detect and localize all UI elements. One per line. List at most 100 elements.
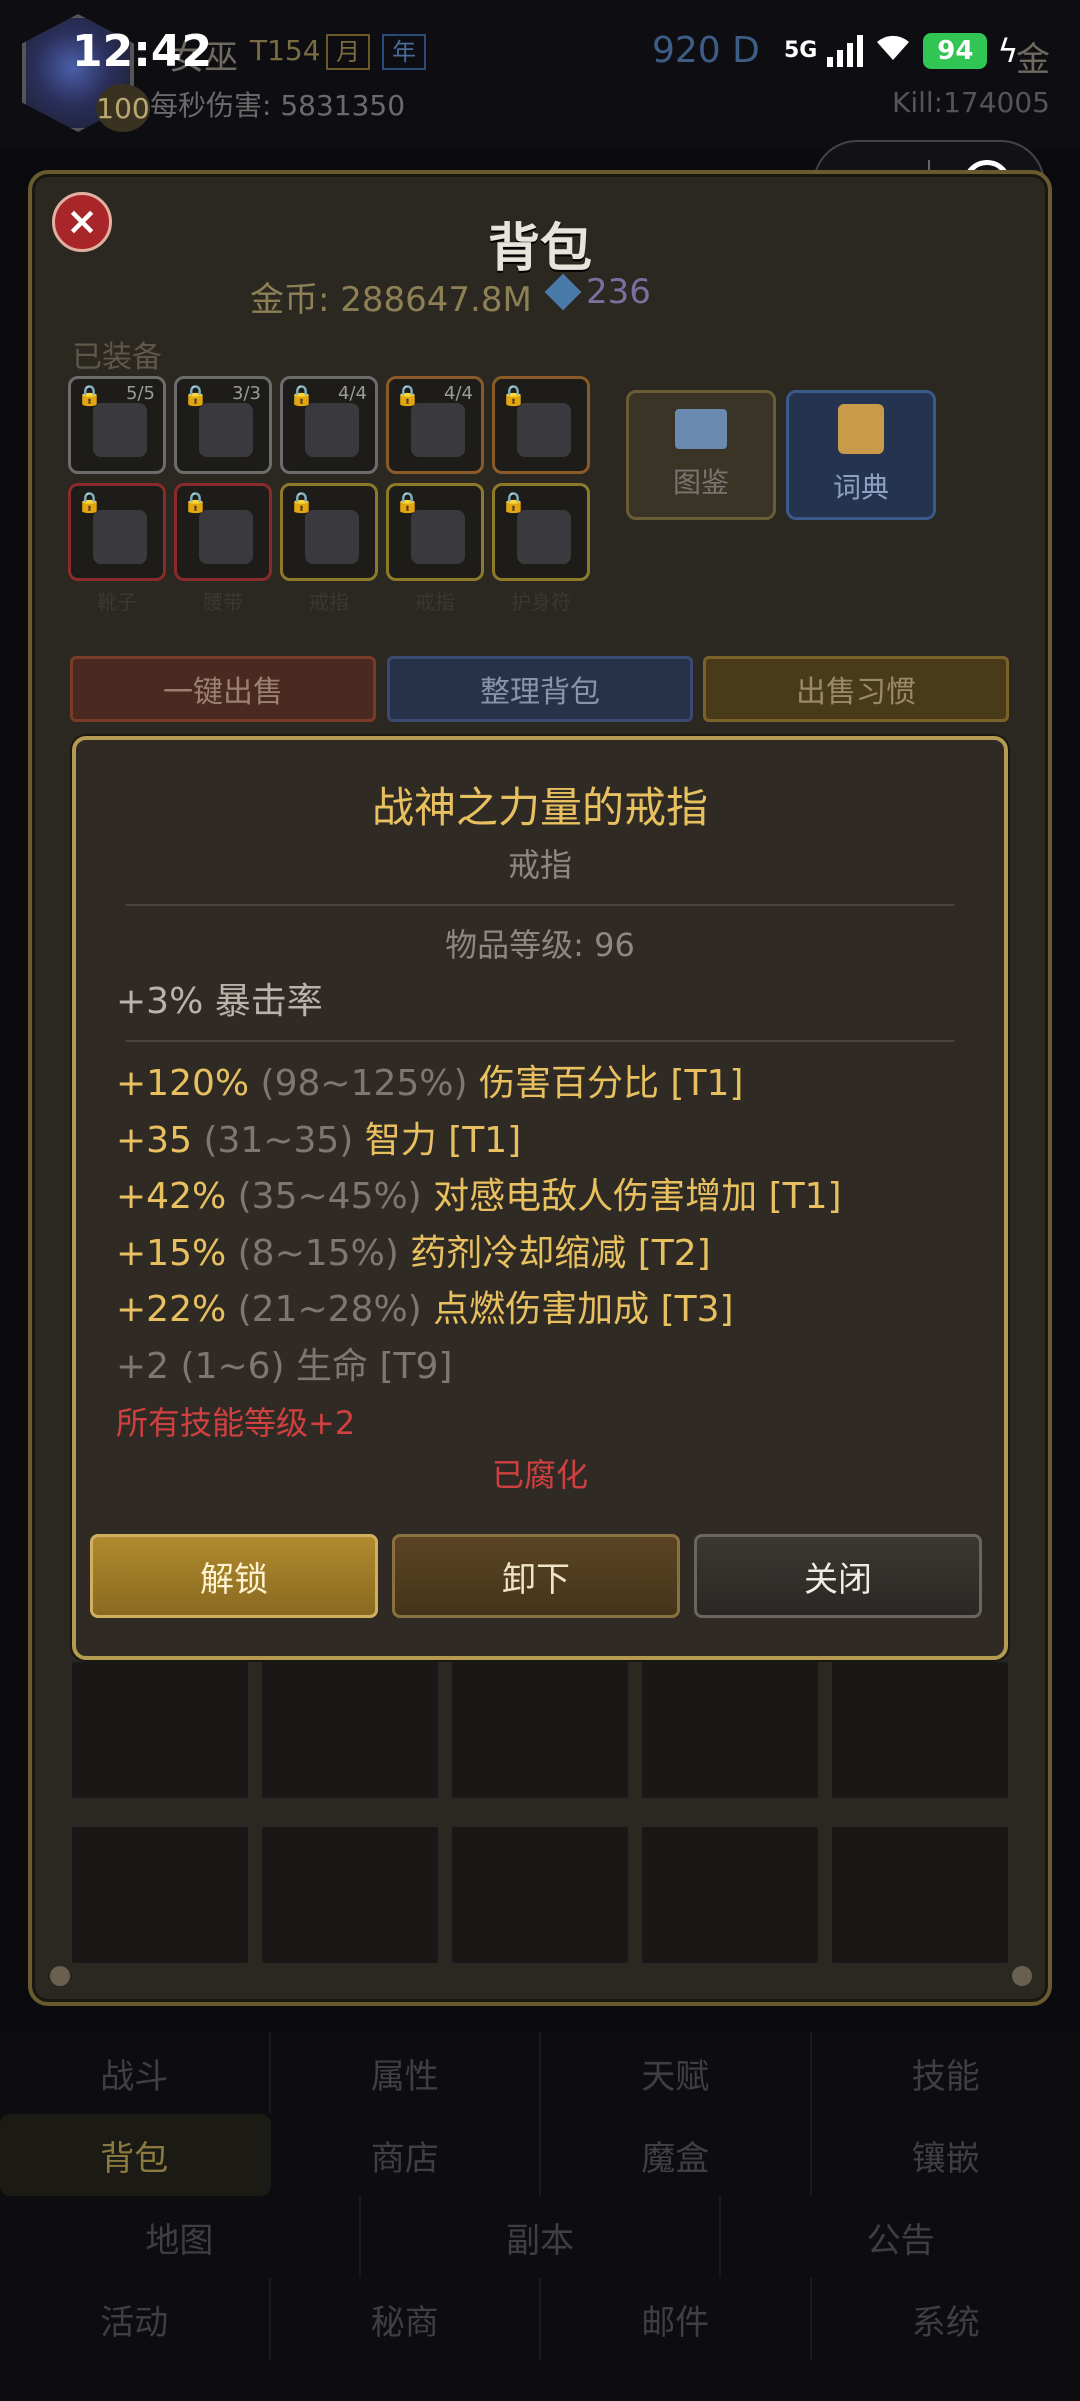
affix-line: +35 (31~35) 智力 [T1] bbox=[116, 1113, 842, 1170]
affix-value: +120% bbox=[116, 1063, 250, 1104]
year-tag[interactable]: 年 bbox=[382, 34, 426, 70]
equipment-icon bbox=[93, 403, 147, 457]
gold-label: 金 bbox=[1016, 40, 1050, 80]
bag-cell[interactable] bbox=[830, 1825, 1010, 1965]
implicit-mod: +3% 暴击率 bbox=[116, 981, 323, 1022]
book-icon bbox=[675, 409, 727, 449]
equipment-slot[interactable]: 🔒 bbox=[174, 483, 272, 581]
affix-value: +35 bbox=[116, 1119, 192, 1161]
equipment-slot[interactable]: 🔒 5/5 bbox=[68, 376, 166, 474]
unequip-button[interactable]: 卸下 bbox=[392, 1534, 680, 1618]
sell-habit-button[interactable]: 出售习惯 bbox=[703, 656, 1009, 722]
nav-item[interactable]: 地图 bbox=[0, 2196, 361, 2278]
slot-caption: 戒指 bbox=[309, 590, 349, 614]
dictionary-button[interactable]: 词典 bbox=[786, 390, 936, 520]
affix-name: 伤害百分比 [T1] bbox=[478, 1063, 744, 1104]
panel-corner-rivet bbox=[50, 1966, 70, 1986]
dictionary-label: 词典 bbox=[832, 471, 889, 504]
item-type: 戒指 bbox=[507, 846, 572, 884]
nav-row: 战斗 属性 天赋 技能 bbox=[0, 2032, 1080, 2114]
affix-value: +22% bbox=[116, 1289, 227, 1330]
slot-count: 5/5 bbox=[126, 383, 155, 404]
affix-line: +120% (98~125%) 伤害百分比 [T1] bbox=[116, 1056, 842, 1113]
equipment-icon bbox=[93, 510, 147, 564]
affix-range: (1~6) bbox=[180, 1345, 285, 1387]
affix-line: +15% (8~15%) 药剂冷却缩减 [T2] bbox=[116, 1226, 842, 1283]
charging-icon: ϟ bbox=[997, 31, 1019, 70]
equipment-icon bbox=[411, 403, 465, 457]
slot-caption: 腰带 bbox=[203, 590, 243, 614]
nav-item[interactable]: 背包 bbox=[0, 2114, 271, 2196]
slot-count: 3/3 bbox=[232, 383, 261, 404]
nav-item[interactable]: 属性 bbox=[271, 2032, 541, 2114]
equipment-icon bbox=[305, 510, 359, 564]
affix-range: (31~35) bbox=[203, 1119, 354, 1161]
month-tag[interactable]: 月 bbox=[326, 34, 370, 70]
affix-range: (35~45%) bbox=[237, 1176, 422, 1217]
nav-item[interactable]: 商店 bbox=[271, 2114, 541, 2196]
nav-item[interactable]: 系统 bbox=[812, 2278, 1080, 2360]
bag-cell[interactable] bbox=[70, 1825, 250, 1965]
status-time: 12:42 bbox=[72, 26, 213, 77]
slot-count: 4/4 bbox=[338, 383, 367, 404]
special-mod: 所有技能等级+2 bbox=[116, 1404, 356, 1442]
currency-label: 920 D bbox=[652, 30, 760, 71]
nav-item[interactable]: 镶嵌 bbox=[812, 2114, 1080, 2196]
bag-cell[interactable] bbox=[830, 1660, 1010, 1800]
bottom-nav: 战斗 属性 天赋 技能 背包 商店 魔盒 镶嵌 地图 副本 公告 活动 秘商 邮件 系统 bbox=[0, 2032, 1080, 2401]
nav-item[interactable]: 邮件 bbox=[541, 2278, 812, 2360]
nav-item[interactable]: 天赋 bbox=[541, 2032, 812, 2114]
bag-cell[interactable] bbox=[640, 1660, 820, 1800]
equipment-slot[interactable]: 🔒 bbox=[280, 483, 378, 581]
equipment-slot[interactable]: 🔒 bbox=[492, 376, 590, 474]
sort-bag-button[interactable]: 整理背包 bbox=[387, 656, 693, 722]
nav-item[interactable]: 技能 bbox=[812, 2032, 1080, 2114]
bag-cell[interactable] bbox=[260, 1825, 440, 1965]
bag-cell[interactable] bbox=[70, 1660, 250, 1800]
equipment-slot[interactable]: 🔒 3/3 bbox=[174, 376, 272, 474]
network-label: 5G bbox=[784, 38, 818, 63]
slot-caption: 戒指 bbox=[415, 590, 455, 614]
gem-icon bbox=[544, 273, 582, 311]
atlas-label: 图鉴 bbox=[672, 466, 729, 499]
affix-value: +15% bbox=[116, 1232, 227, 1274]
signal-icon bbox=[827, 34, 864, 67]
equipment-slot[interactable]: 🔒 bbox=[492, 483, 590, 581]
affix-name: 点燃伤害加成 [T3] bbox=[433, 1289, 734, 1330]
nav-item[interactable]: 秘商 bbox=[271, 2278, 541, 2360]
slot-caption: 护身符 bbox=[511, 590, 571, 614]
affix-range: (98~125%) bbox=[260, 1063, 468, 1104]
slot-count: 4/4 bbox=[444, 383, 473, 404]
nav-row: 背包 商店 魔盒 镶嵌 bbox=[0, 2114, 1080, 2196]
equipment-slot[interactable]: 🔒 bbox=[68, 483, 166, 581]
equipment-slot[interactable]: 🔒 bbox=[386, 483, 484, 581]
close-dialog-button[interactable]: 关闭 bbox=[694, 1534, 982, 1618]
equipment-icon bbox=[305, 403, 359, 457]
equipment-slot[interactable]: 🔒 4/4 bbox=[386, 376, 484, 474]
nav-row: 活动 秘商 邮件 系统 bbox=[0, 2278, 1080, 2360]
affix-value: +42% bbox=[116, 1176, 227, 1217]
affix-name: 药剂冷却缩减 [T2] bbox=[410, 1232, 711, 1274]
bag-cell[interactable] bbox=[260, 1660, 440, 1800]
sell-all-button[interactable]: 一键出售 bbox=[70, 656, 376, 722]
unlock-button[interactable]: 解锁 bbox=[90, 1534, 378, 1618]
gem-amount: 236 bbox=[544, 272, 651, 312]
equipment-slot[interactable]: 🔒 4/4 bbox=[280, 376, 378, 474]
nav-item[interactable]: 活动 bbox=[0, 2278, 271, 2360]
affix-line: +42% (35~45%) 对感电敌人伤害增加 [T1] bbox=[116, 1169, 842, 1226]
nav-item[interactable]: 公告 bbox=[721, 2196, 1080, 2278]
bag-cell[interactable] bbox=[640, 1825, 820, 1965]
scroll-icon bbox=[838, 404, 884, 454]
bag-cell[interactable] bbox=[450, 1660, 630, 1800]
battery-icon: 94 bbox=[923, 32, 988, 69]
dps-label: 每秒伤害: 5831350 bbox=[150, 89, 406, 122]
nav-item[interactable]: 魔盒 bbox=[541, 2114, 812, 2196]
nav-item[interactable]: 战斗 bbox=[0, 2032, 271, 2114]
affix-name: 智力 [T1] bbox=[364, 1119, 522, 1161]
affix-name: 生命 [T9] bbox=[296, 1345, 453, 1387]
nav-item[interactable]: 副本 bbox=[361, 2196, 722, 2278]
wifi-icon bbox=[873, 30, 913, 71]
atlas-button[interactable]: 图鉴 bbox=[626, 390, 776, 520]
bag-cell[interactable] bbox=[450, 1825, 630, 1965]
nav-row: 地图 副本 公告 bbox=[0, 2196, 1080, 2278]
